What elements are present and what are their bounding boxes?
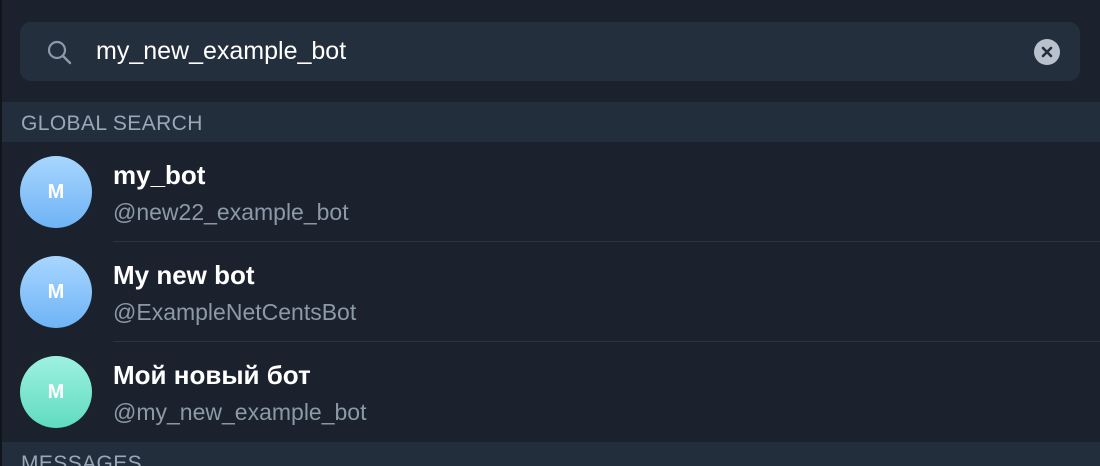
list-item[interactable]: M Мой новый бот @my_new_example_bot xyxy=(2,342,1100,442)
result-name: my_bot xyxy=(113,160,206,190)
list-item[interactable]: M my_bot @new22_example_bot xyxy=(2,142,1100,242)
avatar: M xyxy=(20,156,92,228)
search-box[interactable] xyxy=(20,22,1080,81)
result-name: Мой новый бот xyxy=(113,360,311,390)
section-title: GLOBAL SEARCH xyxy=(21,112,203,135)
result-username: @ExampleNetCentsBot xyxy=(113,299,357,325)
list-item[interactable]: M My new bot @ExampleNetCentsBot xyxy=(2,242,1100,342)
avatar: M xyxy=(20,356,92,428)
results-list: M my_bot @new22_example_bot M My new bot… xyxy=(2,142,1100,442)
search-input[interactable] xyxy=(96,22,996,81)
section-title: MESSAGES xyxy=(21,452,143,466)
search-area xyxy=(2,0,1100,102)
section-header-messages: MESSAGES xyxy=(2,442,1100,466)
avatar: M xyxy=(20,256,92,328)
result-username: @my_new_example_bot xyxy=(113,399,367,425)
result-username: @new22_example_bot xyxy=(113,199,349,225)
section-header-global-search: GLOBAL SEARCH xyxy=(2,102,1100,142)
search-icon xyxy=(46,39,72,65)
result-name: My new bot xyxy=(113,260,255,290)
close-circle-icon[interactable] xyxy=(1034,39,1060,65)
